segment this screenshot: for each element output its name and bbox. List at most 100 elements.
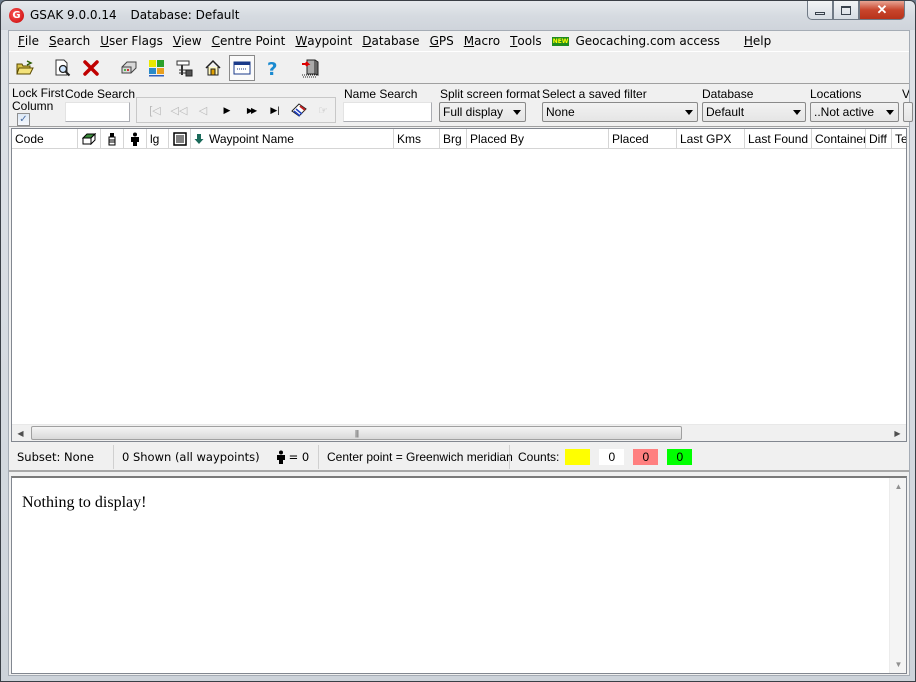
col-diff[interactable]: Diff [866, 129, 892, 149]
app-window: G GSAK 9.0.0.14 Database: Default ✕ File… [0, 0, 916, 682]
menu-database[interactable]: Database [357, 32, 424, 51]
scroll-down-button[interactable]: ▼ [890, 656, 907, 673]
close-button[interactable]: ✕ [859, 1, 905, 20]
name-search-input[interactable] [343, 102, 432, 122]
found-count: = 0 [288, 450, 310, 464]
col-cache-box[interactable] [78, 129, 101, 149]
detail-message: Nothing to display! [22, 494, 147, 511]
code-search-input[interactable] [65, 102, 130, 122]
dropdown-arrow-icon [886, 110, 894, 115]
split-screen-label: Split screen format [440, 87, 541, 101]
menu-help[interactable]: Help [739, 32, 776, 51]
menu-file[interactable]: File [13, 32, 44, 51]
exit-button[interactable] [298, 56, 321, 80]
col-placed-by[interactable]: Placed By [467, 129, 609, 149]
col-found-by-me[interactable] [124, 129, 147, 149]
menu-user-flags[interactable]: User Flags [95, 32, 168, 51]
menu-user-flags-accel: U [100, 33, 109, 48]
horizontal-scrollbar[interactable]: ◀ ||| ▶ [12, 424, 906, 441]
prev-record-button[interactable]: ◁ [191, 100, 215, 120]
col-placed-label: Placed [612, 132, 649, 146]
preview-button[interactable] [51, 56, 74, 80]
col-travel-bug[interactable] [101, 129, 124, 149]
dropdown-arrow-icon [793, 110, 801, 115]
book-button[interactable] [287, 100, 311, 120]
tools-button[interactable] [173, 56, 196, 80]
locations-select[interactable]: ..Not active [810, 102, 899, 122]
col-terrain[interactable]: Ter [892, 129, 906, 149]
shown-status: 0 Shown (all waypoints) = 0 [114, 445, 319, 469]
cut-off-select[interactable] [903, 102, 913, 122]
code-search-label: Code Search [65, 87, 136, 101]
scroll-left-button[interactable]: ◀ [12, 425, 29, 441]
svg-text:?: ? [267, 59, 277, 77]
help-button[interactable]: ? [260, 56, 283, 80]
col-last-gpx-label: Last GPX [680, 132, 732, 146]
saved-filter-select[interactable]: None [542, 102, 698, 122]
prev-page-button[interactable]: ◁◁ [167, 100, 191, 120]
cut-off-label: Vi [902, 87, 909, 101]
col-container[interactable]: Container [812, 129, 866, 149]
menu-geocaching-access[interactable]: NEW Geocaching.com access [547, 32, 725, 51]
database-value: Default [706, 105, 745, 119]
col-code-label: Code [15, 132, 44, 146]
person-icon [276, 450, 285, 464]
checkmark-icon: ✓ [19, 114, 28, 125]
menu-search[interactable]: Search [44, 32, 95, 51]
col-waypoint-name[interactable]: Waypoint Name [191, 129, 394, 149]
window-layout-button[interactable] [229, 55, 255, 81]
book-icon [291, 103, 307, 117]
col-brg[interactable]: Brg [440, 129, 467, 149]
scrollbar-thumb[interactable]: ||| [31, 426, 682, 440]
counts-status: Counts: 0 0 0 [510, 445, 709, 469]
col-placed[interactable]: Placed [609, 129, 677, 149]
name-search-label: Name Search [344, 87, 418, 101]
menu-waypoint[interactable]: Waypoint [290, 32, 357, 51]
home-button[interactable] [201, 56, 224, 80]
vertical-scrollbar[interactable]: ▲ ▼ [889, 478, 906, 673]
pointing-hand-button[interactable]: ☞ [311, 100, 335, 120]
print-button[interactable] [117, 56, 140, 80]
menu-gps[interactable]: G PS [425, 32, 459, 51]
col-last-found[interactable]: Last Found [745, 129, 812, 149]
locations-value: ..Not active [814, 105, 875, 119]
count-box-white: 0 [599, 449, 625, 465]
col-lg[interactable]: lg [147, 129, 169, 149]
saved-filter-label: Select a saved filter [542, 87, 647, 101]
exit-door-icon [301, 59, 318, 78]
menu-view[interactable]: View [168, 32, 207, 51]
last-record-button[interactable]: ▶| [263, 100, 287, 120]
menu-centre-point[interactable]: Centre Point [207, 32, 291, 51]
first-record-button[interactable]: [◁ [143, 100, 167, 120]
maximize-button[interactable] [833, 1, 859, 20]
split-screen-select[interactable]: Full display [439, 102, 526, 122]
menu-centre-point-rest: entre Point [219, 33, 286, 48]
database-select[interactable]: Default [702, 102, 806, 122]
minimize-button[interactable] [807, 1, 833, 20]
delete-button[interactable] [79, 56, 102, 80]
count-box-green: 0 [667, 449, 693, 465]
scroll-up-button[interactable]: ▲ [890, 478, 907, 495]
grid-header: Code lg Waypoint Name Kms Brg Placed By … [12, 129, 906, 149]
status-bar: Subset: None 0 Shown (all waypoints) = 0… [9, 444, 909, 472]
locations-label: Locations [810, 87, 862, 101]
lock-first-column-checkbox[interactable]: ✓ [17, 113, 30, 126]
next-page-button[interactable]: ▶▶ [239, 100, 263, 120]
count-box-yellow [565, 449, 591, 465]
minimize-icon [815, 11, 825, 15]
menu-macro[interactable]: Macro [459, 32, 505, 51]
col-terrain-label: Ter [895, 132, 906, 146]
col-code[interactable]: Code [12, 129, 78, 149]
open-button[interactable] [13, 56, 36, 80]
col-kms[interactable]: Kms [394, 129, 440, 149]
bug-icon [108, 133, 116, 146]
col-last-gpx[interactable]: Last GPX [677, 129, 745, 149]
next-record-button[interactable]: ▶ [215, 100, 239, 120]
menu-file-accel: F [18, 33, 25, 48]
scroll-right-button[interactable]: ▶ [889, 425, 906, 441]
menu-view-accel: V [172, 33, 182, 48]
menu-tools[interactable]: Tools [505, 32, 547, 51]
colored-grid-button[interactable] [145, 56, 168, 80]
saved-filter-value: None [546, 105, 575, 119]
col-notes[interactable] [169, 129, 191, 149]
